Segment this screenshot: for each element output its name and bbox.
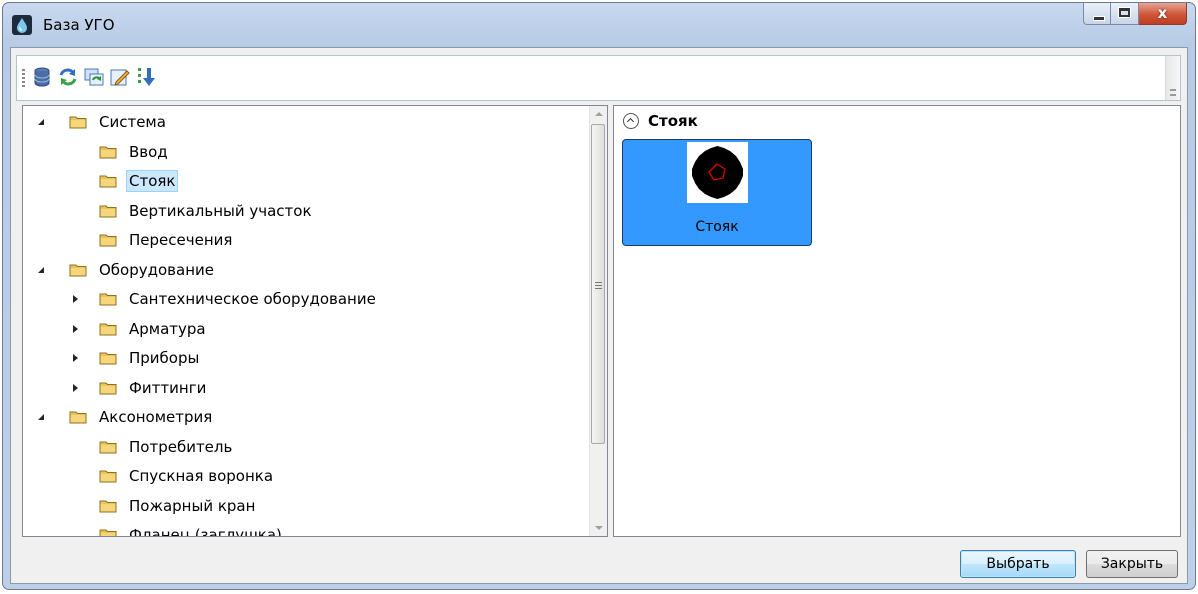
tree-item-label: Потребитель: [129, 437, 233, 456]
overflow-icon: [1170, 89, 1176, 96]
folder-icon: [99, 441, 117, 453]
toolbar-grip[interactable]: [22, 69, 25, 87]
folder-icon: [99, 146, 117, 158]
tree-item[interactable]: Аксонометрия: [38, 403, 215, 431]
tree-item-label: Арматура: [129, 319, 206, 338]
toolbar-overflow-button[interactable]: [1165, 56, 1180, 100]
collapsed-arrow-icon[interactable]: [71, 353, 81, 363]
tree-item[interactable]: Пожарный кран: [99, 492, 258, 520]
tree-item-label: Система: [99, 113, 166, 131]
folder-icon: [99, 293, 117, 306]
folder-icon: [99, 175, 117, 188]
category-tree[interactable]: Система Ввод Стояк Вертикальный участок Пере…: [22, 105, 608, 537]
tree-item[interactable]: Приборы: [73, 344, 202, 372]
symbol-gallery: Стояк Стояк: [613, 105, 1181, 537]
tree-item-label: Фланец (заглушка): [129, 526, 282, 537]
sort-icon[interactable]: [135, 66, 157, 88]
symbol-card-riser[interactable]: Стояк: [622, 139, 812, 246]
folder-icon: [99, 352, 117, 365]
folder-icon: [99, 205, 117, 217]
dialog-content: Система Ввод Стояк Вертикальный участок Пере…: [10, 47, 1188, 584]
edit-icon[interactable]: [109, 66, 131, 88]
folder-icon: [99, 323, 117, 335]
tree-item[interactable]: Спускная воронка: [99, 462, 276, 490]
button-bar: Выбрать Закрыть: [11, 538, 1187, 583]
riser-symbol-icon: [687, 142, 748, 203]
tree-item[interactable]: Сантехническое оборудование: [73, 285, 379, 313]
folder-icon: [99, 470, 117, 483]
tree-item-label: Сантехническое оборудование: [129, 290, 376, 308]
tree-item-label: Фиттинги: [129, 378, 207, 397]
maximize-button[interactable]: [1111, 3, 1139, 25]
tree-item-label: Пожарный кран: [129, 496, 256, 515]
group-title: Стояк: [648, 112, 698, 130]
tree-item[interactable]: Оборудование: [38, 256, 217, 284]
title-bar[interactable]: База УГО x: [3, 3, 1195, 47]
folder-icon: [69, 411, 87, 424]
refresh-icon[interactable]: [57, 66, 79, 88]
close-icon: x: [1157, 4, 1168, 22]
minimize-button[interactable]: [1083, 3, 1111, 25]
symbol-card-label: Стояк: [695, 219, 739, 235]
collapse-group-icon[interactable]: [623, 113, 639, 129]
folder-icon: [99, 234, 117, 247]
tree-item-label: Спускная воронка: [129, 467, 274, 485]
tree-item[interactable]: Ввод: [99, 138, 171, 166]
scroll-down-icon[interactable]: [590, 519, 607, 536]
folder-icon: [69, 116, 87, 129]
tree-scrollbar[interactable]: [589, 106, 607, 536]
tree-item[interactable]: Стояк: [99, 167, 179, 195]
tree-item[interactable]: Потребитель: [99, 433, 235, 461]
close-window-button[interactable]: x: [1139, 3, 1187, 25]
database-icon[interactable]: [31, 66, 53, 88]
grip-icon: [595, 282, 602, 289]
tree-item-label: Пересечения: [129, 231, 233, 249]
collapsed-arrow-icon[interactable]: [71, 383, 81, 393]
scroll-up-icon[interactable]: [590, 106, 607, 123]
window-controls: x: [1083, 3, 1187, 25]
tree-item[interactable]: Вертикальный участок: [99, 197, 315, 225]
expanded-arrow-icon[interactable]: [36, 265, 46, 275]
collapsed-arrow-icon[interactable]: [71, 294, 81, 304]
tree-item-label: Аксонометрия: [99, 408, 213, 426]
minimize-icon: [1093, 16, 1105, 21]
tree-item-label: Вертикальный участок: [129, 201, 312, 220]
tree-item[interactable]: Пересечения: [99, 226, 235, 254]
window-title: База УГО: [43, 16, 115, 34]
select-button[interactable]: Выбрать: [960, 550, 1076, 578]
sync-icon[interactable]: [83, 66, 105, 88]
close-button[interactable]: Закрыть: [1086, 550, 1178, 578]
expanded-arrow-icon[interactable]: [36, 117, 46, 127]
dialog-window: База УГО x Система Ввод Стояк Вертикальн…: [2, 2, 1196, 590]
maximize-icon: [1118, 7, 1131, 18]
toolbar: [16, 55, 1181, 101]
folder-icon: [99, 529, 117, 536]
tree-item-label: Оборудование: [99, 260, 214, 279]
tree-item-label: Стояк: [126, 170, 179, 192]
folder-icon: [69, 264, 87, 276]
tree-item[interactable]: Фланец (заглушка): [99, 521, 285, 537]
folder-icon: [99, 500, 117, 512]
scroll-thumb[interactable]: [591, 124, 605, 444]
tree-item-label: Приборы: [129, 349, 200, 367]
app-droplet-icon: [12, 15, 32, 35]
tree-item[interactable]: Арматура: [73, 315, 209, 343]
tree-item[interactable]: Фиттинги: [73, 374, 209, 402]
tree-item-label: Ввод: [129, 142, 168, 161]
collapsed-arrow-icon[interactable]: [71, 324, 81, 334]
folder-icon: [99, 382, 117, 394]
expanded-arrow-icon[interactable]: [36, 412, 46, 422]
tree-item[interactable]: Система: [38, 108, 169, 136]
